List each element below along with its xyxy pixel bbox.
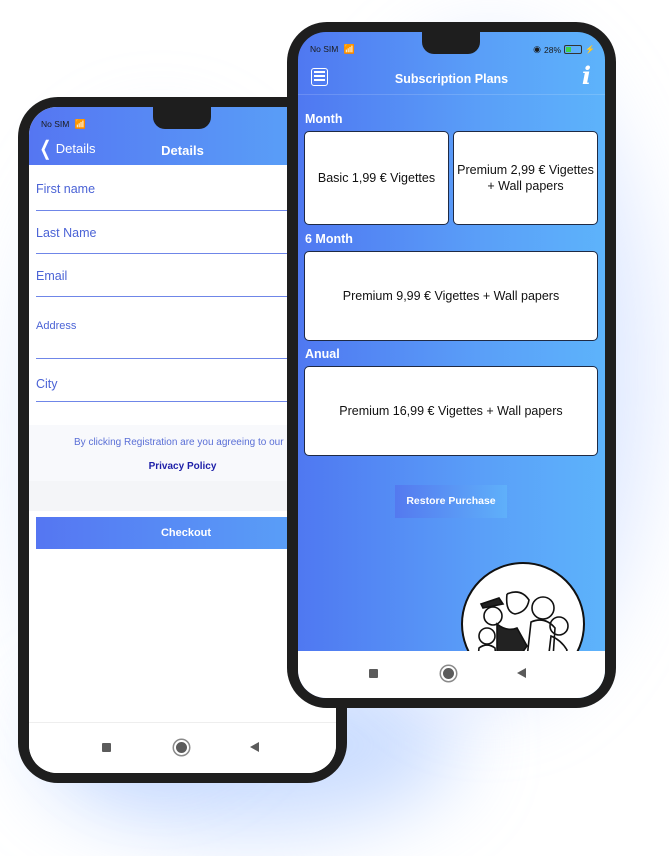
section-annual-label: Anual xyxy=(305,347,340,361)
plan-text: Premium 2,99 € Vigettes + Wall papers xyxy=(457,163,594,193)
location-icon: ◉ xyxy=(533,44,542,54)
charging-icon: ⚡ xyxy=(585,45,595,54)
android-nav-bar xyxy=(29,722,336,773)
city-label: City xyxy=(36,377,58,391)
first-name-label: First name xyxy=(36,182,96,196)
plan-text: Basic 1,99 € Vigettes xyxy=(317,171,436,185)
home-icon[interactable] xyxy=(174,740,189,755)
restore-purchase-button[interactable]: Restore Purchase xyxy=(395,485,507,518)
battery-percent: 28% xyxy=(544,44,562,55)
email-label: Email xyxy=(36,269,68,283)
last-name-label: Last Name xyxy=(36,226,97,240)
subscription-screen: No SIM 📶 ◉ 28% ⚡ Subscription Plans i Mo xyxy=(298,32,605,698)
recents-icon[interactable] xyxy=(102,743,111,752)
carrier-label: No SIM xyxy=(310,44,339,54)
plan-card-premium-annual[interactable]: Premium 16,99 € Vigettes + Wall papers xyxy=(304,366,598,456)
wifi-icon: 📶 xyxy=(74,119,86,129)
camera-notch xyxy=(422,32,480,54)
consent-text: By clicking Registration are you agreein… xyxy=(74,437,284,448)
plan-card-premium-6-month[interactable]: Premium 9,99 € Vigettes + Wall papers xyxy=(304,251,598,341)
camera-notch xyxy=(153,107,211,129)
section-6-month-label: 6 Month xyxy=(305,232,353,246)
info-icon[interactable]: i xyxy=(582,64,591,88)
battery-icon xyxy=(564,45,583,54)
plan-card-premium-month[interactable]: Premium 2,99 € Vigettes + Wall papers xyxy=(453,131,598,225)
plan-text: Premium 16,99 € Vigettes + Wall papers xyxy=(339,404,563,418)
plan-card-basic-month[interactable]: Basic 1,99 € Vigettes xyxy=(304,131,449,225)
home-icon[interactable] xyxy=(441,666,456,681)
section-month-label: Month xyxy=(305,112,343,126)
plan-text: Premium 9,99 € Vigettes + Wall papers xyxy=(342,289,560,303)
recents-icon[interactable] xyxy=(369,669,378,678)
page-title: Subscription Plans xyxy=(394,72,509,86)
back-triangle-icon[interactable] xyxy=(517,668,526,678)
address-label: Address xyxy=(36,320,77,332)
carrier-label: No SIM xyxy=(41,119,70,129)
subscription-phone: No SIM 📶 ◉ 28% ⚡ Subscription Plans i Mo xyxy=(287,22,616,708)
wifi-icon: 📶 xyxy=(343,44,355,54)
android-nav-bar xyxy=(298,651,605,698)
back-triangle-icon[interactable] xyxy=(250,742,259,752)
